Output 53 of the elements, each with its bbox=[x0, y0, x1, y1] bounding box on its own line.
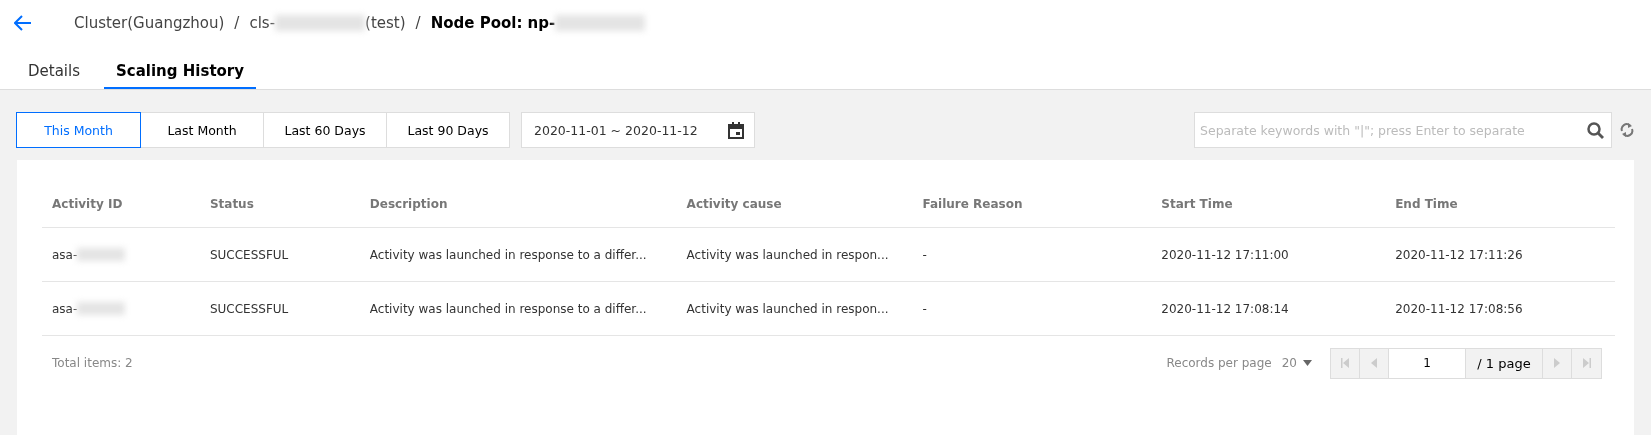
redaction-mark bbox=[77, 302, 126, 315]
breadcrumb-item[interactable]: Cluster(Guangzhou) bbox=[74, 14, 225, 32]
table-cell: asa- bbox=[52, 301, 78, 316]
page-count: / 1 page bbox=[1466, 348, 1543, 378]
previous-page-button[interactable] bbox=[1360, 348, 1389, 378]
table-cell-text: 2020-11-12 17:11:00 bbox=[1160, 247, 1290, 262]
table-cell: asa- bbox=[52, 247, 78, 262]
column-header: Activity ID bbox=[51, 197, 124, 211]
date-range-field[interactable]: 2020-11-01 ~ 2020-11-12 bbox=[521, 112, 755, 148]
first-page-icon bbox=[1341, 358, 1349, 368]
table-cell-text: Activity was launched in response to a differ... bbox=[368, 301, 648, 316]
table-cell-text: SUCCESSFUL bbox=[208, 247, 290, 262]
next-page-icon bbox=[1554, 358, 1560, 368]
refresh-icon[interactable] bbox=[1620, 122, 1634, 138]
table-cell-text: 2020-11-12 17:08:14 bbox=[1160, 301, 1290, 316]
breadcrumb-item: Node Pool: np- bbox=[430, 14, 556, 32]
table-cell-text: 2020-11-12 17:08:56 bbox=[1394, 301, 1524, 316]
page-size-select[interactable]: 20 bbox=[1281, 356, 1312, 370]
last-page-icon bbox=[1582, 358, 1591, 368]
table-cell-text: 2020-11-12 17:11:26 bbox=[1394, 247, 1524, 262]
calendar-icon bbox=[728, 121, 744, 139]
next-page-button[interactable] bbox=[1543, 348, 1572, 378]
search-icon[interactable] bbox=[1587, 122, 1604, 139]
column-header: Description bbox=[368, 197, 449, 211]
table-cell-text: Activity was launched in respon... bbox=[685, 247, 890, 262]
breadcrumb-item[interactable]: cls- bbox=[249, 14, 276, 32]
breadcrumb-separator: / bbox=[415, 14, 421, 32]
range-button[interactable]: Last 90 Days bbox=[386, 112, 510, 148]
search-field[interactable]: Separate keywords with "|"; press Enter to separate bbox=[1194, 112, 1612, 148]
table-cell-text: Activity was launched in respon... bbox=[685, 301, 890, 316]
range-button[interactable]: Last Month bbox=[140, 112, 264, 148]
back-arrow-icon[interactable] bbox=[14, 15, 32, 31]
table-cell-text: SUCCESSFUL bbox=[208, 301, 290, 316]
table-cell-text: Activity was launched in response to a differ... bbox=[368, 247, 648, 262]
column-header: Activity cause bbox=[685, 197, 783, 211]
caret-icon bbox=[1303, 360, 1312, 366]
breadcrumb-separator: / bbox=[234, 14, 240, 32]
breadcrumb-item[interactable]: (test) bbox=[365, 14, 406, 32]
first-page-button[interactable] bbox=[1331, 348, 1360, 378]
total-items: Total items: 2 bbox=[52, 356, 133, 370]
range-button[interactable]: This Month bbox=[16, 112, 141, 148]
previous-page-icon bbox=[1371, 358, 1377, 368]
records-per-page-label: Records per page bbox=[1166, 356, 1272, 370]
table-cell-text: - bbox=[921, 301, 928, 316]
table-cell-text: - bbox=[921, 247, 928, 262]
last-page-button[interactable] bbox=[1572, 348, 1601, 378]
column-header: End Time bbox=[1394, 197, 1459, 211]
range-button[interactable]: Last 60 Days bbox=[263, 112, 387, 148]
tab[interactable]: Details bbox=[16, 56, 92, 89]
column-header: Start Time bbox=[1160, 197, 1234, 211]
redaction-mark bbox=[77, 248, 126, 261]
column-header: Failure Reason bbox=[921, 197, 1024, 211]
column-header: Status bbox=[208, 197, 255, 211]
